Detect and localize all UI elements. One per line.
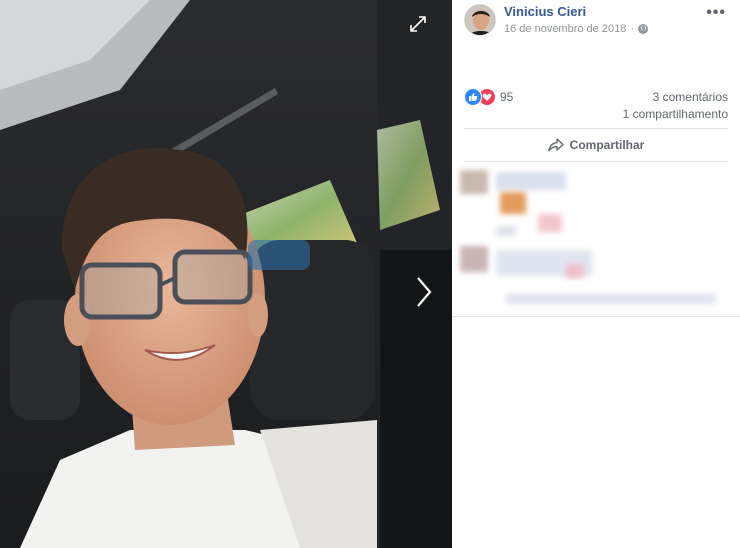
- blurred-sticker: [538, 214, 562, 232]
- engagement-counts: 3 comentários 1 compartilhamento: [623, 89, 728, 123]
- divider: [464, 161, 728, 162]
- expand-icon[interactable]: [408, 14, 428, 34]
- blurred-replies[interactable]: [506, 294, 716, 304]
- post-date[interactable]: 16 de novembro de 2018: [504, 23, 626, 35]
- divider: [452, 316, 740, 317]
- comments-count[interactable]: 3 comentários: [623, 89, 728, 106]
- commenter-avatar[interactable]: [460, 246, 488, 272]
- blurred-sticker: [500, 192, 526, 214]
- commenter-avatar[interactable]: [460, 170, 488, 194]
- share-label: Compartilhar: [569, 138, 645, 152]
- meta-dot: ·: [630, 23, 634, 35]
- blurred-meta: [496, 226, 516, 236]
- share-button[interactable]: Compartilhar: [464, 133, 728, 157]
- author-avatar[interactable]: [464, 4, 496, 36]
- post-details-panel: Vinicius Cieri 16 de novembro de 2018 · …: [452, 0, 740, 548]
- chevron-right-icon[interactable]: [412, 274, 436, 310]
- globe-icon[interactable]: [638, 24, 648, 34]
- blurred-sticker: [566, 264, 584, 278]
- like-icon: [464, 88, 482, 106]
- reaction-count: 95: [500, 90, 514, 104]
- reactions-summary[interactable]: 95: [464, 88, 513, 106]
- photo-viewer: [0, 0, 452, 548]
- author-name[interactable]: Vinicius Cieri: [504, 4, 586, 19]
- share-icon: [547, 138, 564, 152]
- post-photo: [0, 0, 452, 548]
- blurred-comment-text: [496, 172, 566, 190]
- shares-count[interactable]: 1 compartilhamento: [623, 106, 728, 123]
- more-icon[interactable]: •••: [706, 4, 726, 22]
- divider: [464, 128, 728, 129]
- post-meta: 16 de novembro de 2018 ·: [504, 23, 648, 35]
